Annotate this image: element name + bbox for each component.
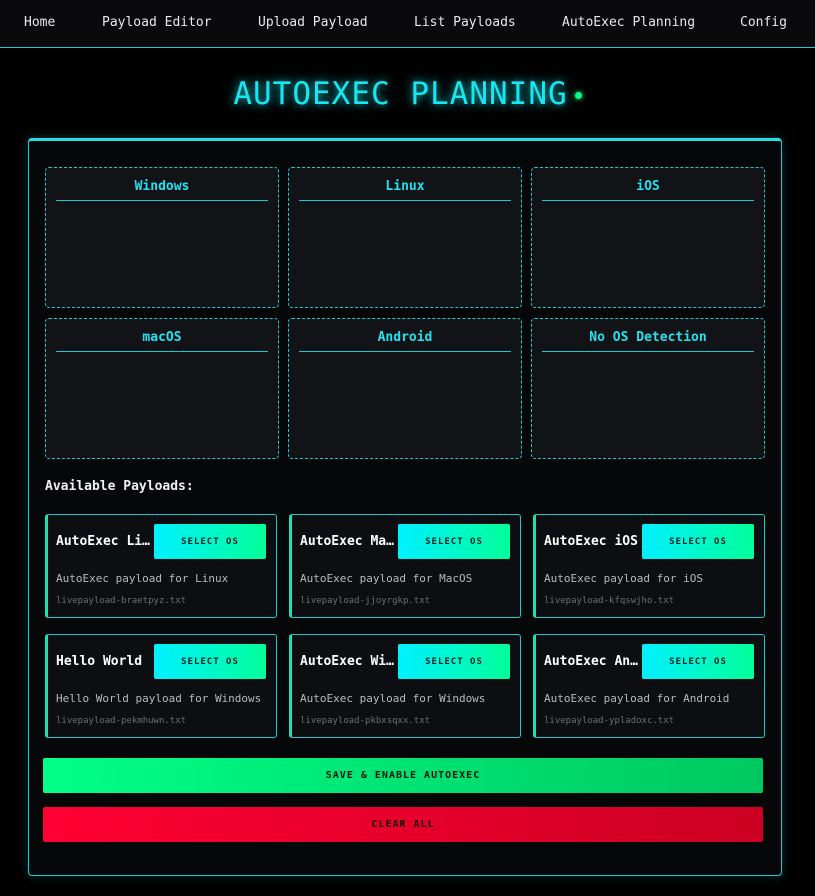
top-nav: Home Payload Editor Upload Payload List …: [0, 0, 815, 48]
page-title: AUTOEXEC PLANNING: [0, 76, 815, 112]
save-enable-autoexec-button[interactable]: SAVE & ENABLE AUTOEXEC: [43, 758, 763, 793]
payload-card[interactable]: AutoExec Android SELECT OS AutoExec payl…: [533, 634, 765, 738]
os-slot-title: Linux: [299, 179, 511, 201]
available-payloads-label: Available Payloads:: [45, 479, 194, 494]
os-slot-title: macOS: [56, 330, 268, 352]
payload-name: Hello World: [56, 654, 143, 669]
select-os-button[interactable]: SELECT OS: [642, 644, 754, 679]
nav-config[interactable]: Config: [740, 15, 787, 30]
nav-payload-editor[interactable]: Payload Editor: [102, 15, 212, 30]
os-slot-title: iOS: [542, 179, 754, 201]
payload-filename: livepayload-jjoyrgkp.txt: [300, 596, 431, 606]
nav-upload-payload[interactable]: Upload Payload: [258, 15, 368, 30]
os-slot-title: Windows: [56, 179, 268, 201]
status-dot-icon: [574, 92, 582, 99]
nav-home[interactable]: Home: [24, 15, 55, 30]
os-slot-no-os-detection[interactable]: No OS Detection: [531, 318, 765, 459]
payload-description: AutoExec payload for iOS: [544, 572, 703, 585]
payload-card[interactable]: Hello World SELECT OS Hello World payloa…: [45, 634, 277, 738]
nav-autoexec-planning[interactable]: AutoExec Planning: [562, 15, 695, 30]
os-slot-windows[interactable]: Windows: [45, 167, 279, 308]
os-slot-android[interactable]: Android: [288, 318, 522, 459]
payload-filename: livepayload-pkbxsqxx.txt: [300, 716, 431, 726]
os-slot-macos[interactable]: macOS: [45, 318, 279, 459]
payload-description: AutoExec payload for Linux: [56, 572, 229, 585]
payload-name: AutoExec MacOS: [300, 534, 396, 549]
payload-filename: livepayload-braetpyz.txt: [56, 596, 187, 606]
select-os-button[interactable]: SELECT OS: [642, 524, 754, 559]
payload-filename: livepayload-ypladoxc.txt: [544, 716, 675, 726]
payload-card[interactable]: AutoExec Linux SELECT OS AutoExec payloa…: [45, 514, 277, 618]
payload-name: AutoExec Windows: [300, 654, 396, 669]
payload-description: AutoExec payload for Android: [544, 692, 730, 705]
select-os-button[interactable]: SELECT OS: [398, 644, 510, 679]
payload-card[interactable]: AutoExec Windows SELECT OS AutoExec payl…: [289, 634, 521, 738]
payload-description: AutoExec payload for MacOS: [300, 572, 473, 585]
payload-card[interactable]: AutoExec iOS SELECT OS AutoExec payload …: [533, 514, 765, 618]
nav-list-payloads[interactable]: List Payloads: [414, 15, 516, 30]
payload-description: Hello World payload for Windows: [56, 692, 262, 705]
select-os-button[interactable]: SELECT OS: [154, 524, 266, 559]
os-slot-linux[interactable]: Linux: [288, 167, 522, 308]
payload-name: AutoExec Linux: [56, 534, 152, 549]
select-os-button[interactable]: SELECT OS: [398, 524, 510, 559]
payload-description: AutoExec payload for Windows: [300, 692, 486, 705]
select-os-button[interactable]: SELECT OS: [154, 644, 266, 679]
clear-all-button[interactable]: CLEAR ALL: [43, 807, 763, 842]
os-slot-title: No OS Detection: [542, 330, 754, 352]
payload-filename: livepayload-pekmhuwn.txt: [56, 716, 187, 726]
payload-filename: livepayload-kfqswjho.txt: [544, 596, 675, 606]
payload-card[interactable]: AutoExec MacOS SELECT OS AutoExec payloa…: [289, 514, 521, 618]
payload-name: AutoExec iOS: [544, 534, 638, 549]
os-slot-ios[interactable]: iOS: [531, 167, 765, 308]
payload-name: AutoExec Android: [544, 654, 640, 669]
page-title-text: AUTOEXEC PLANNING: [233, 76, 568, 112]
os-slot-title: Android: [299, 330, 511, 352]
